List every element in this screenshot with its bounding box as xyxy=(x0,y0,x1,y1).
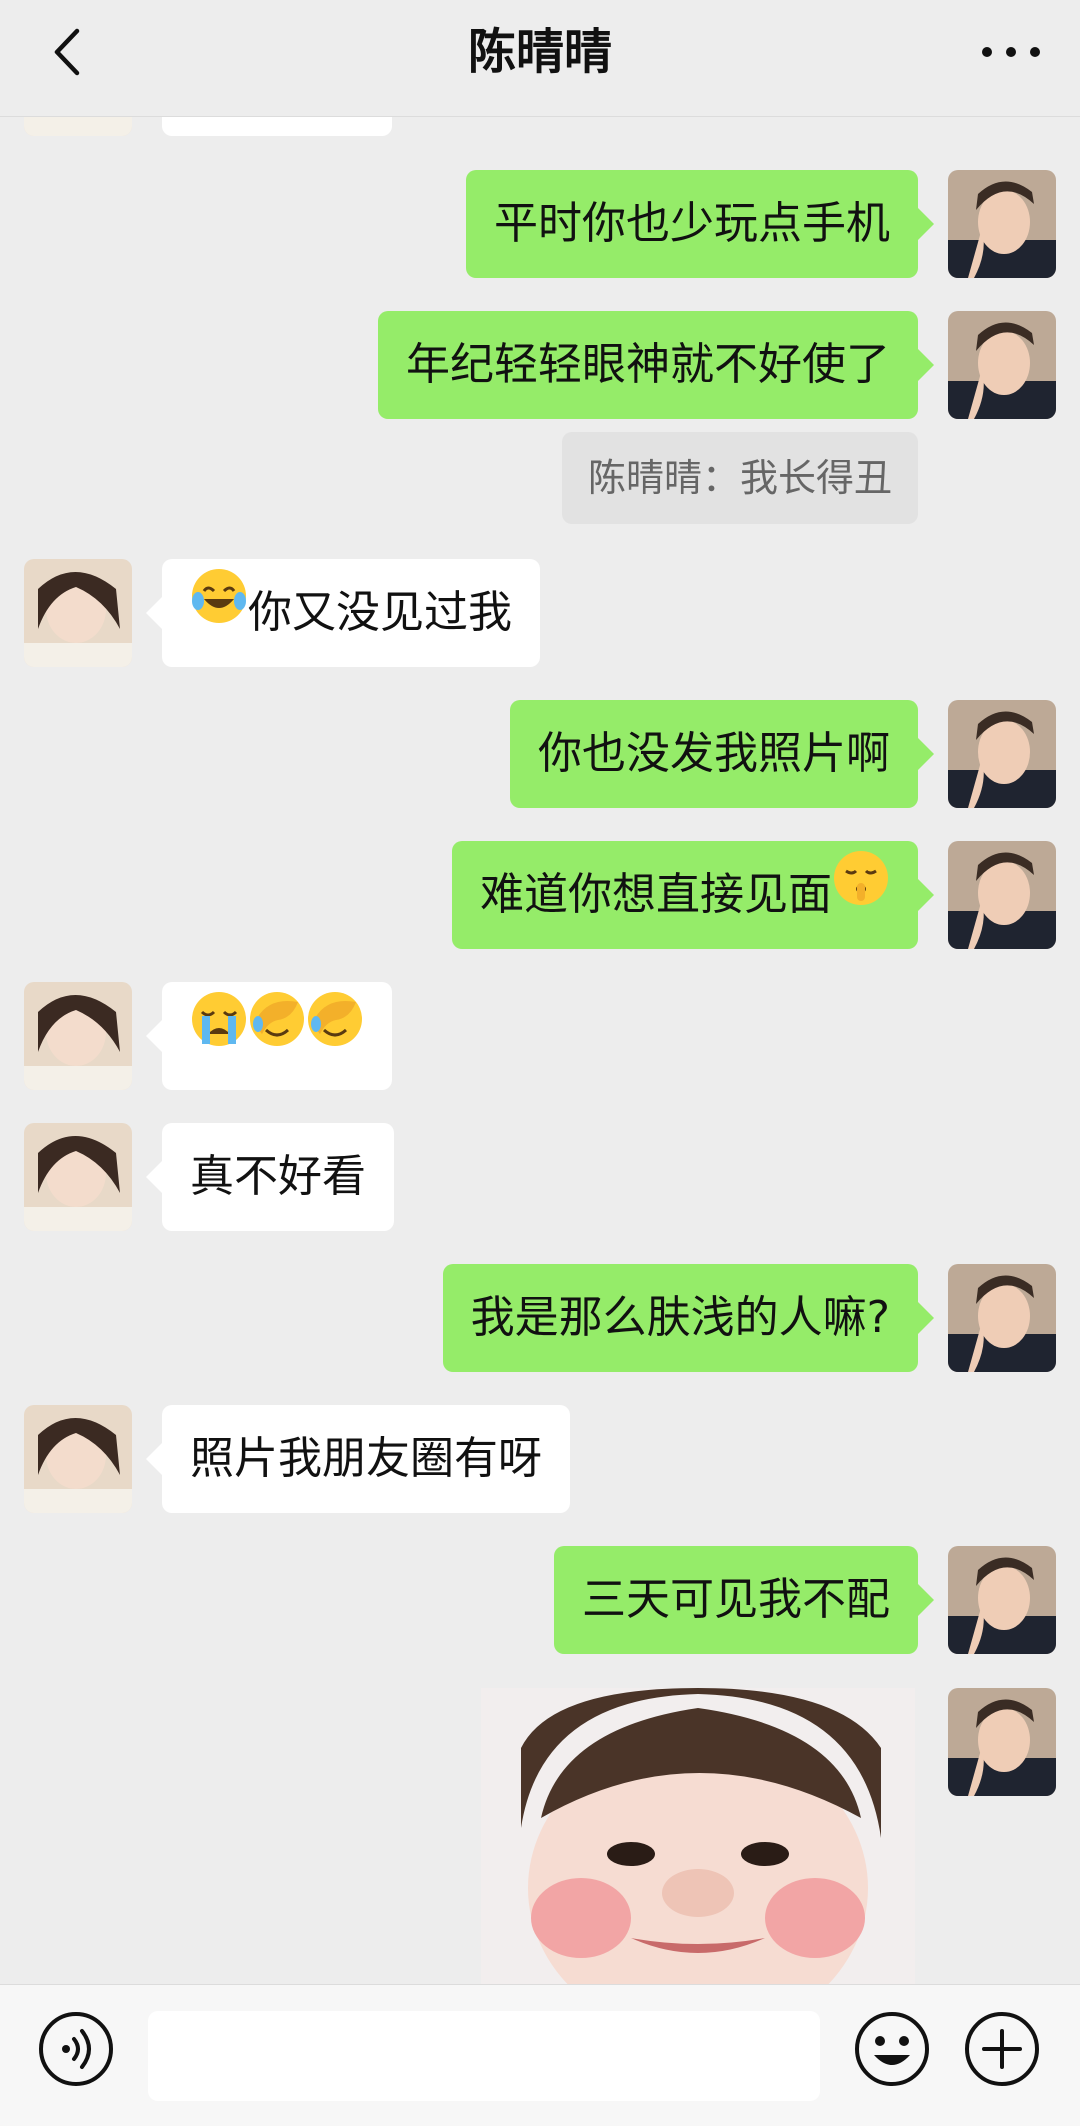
page-title: 陈晴晴 xyxy=(467,24,612,80)
top-bar: 陈晴晴 xyxy=(0,0,1080,117)
more-dots-icon[interactable] xyxy=(976,24,1046,80)
message-bubble-incoming[interactable]: 照片我朋友圈有呀 xyxy=(146,1405,570,1513)
voice-icon[interactable] xyxy=(36,2009,116,2089)
message-bubble-incoming[interactable]: 真不好看 xyxy=(146,1123,394,1231)
avatar-self[interactable] xyxy=(948,311,1056,419)
quoted-text: 陈晴晴：我长得丑 xyxy=(587,456,892,500)
face-palm-emoji xyxy=(306,980,364,1088)
chat-area[interactable]: 平时你也少玩点手机 年纪轻轻眼神就不好使了 陈晴晴：我长得丑 你又没见过我 你也… xyxy=(0,0,1080,1984)
avatar-contact[interactable] xyxy=(24,1405,132,1513)
message-text: 真不好看 xyxy=(190,1151,366,1202)
message-text: 三天可见我不配 xyxy=(582,1574,890,1625)
message-text: 你也没发我照片啊 xyxy=(538,728,890,779)
message-text: 年纪轻轻眼神就不好使了 xyxy=(406,339,890,390)
message-bubble-incoming[interactable]: 你又没见过我 xyxy=(146,557,540,667)
message-text: 照片我朋友圈有呀 xyxy=(190,1433,542,1484)
avatar-self[interactable] xyxy=(948,700,1056,808)
message-bubble-outgoing[interactable]: 你也没发我照片啊 xyxy=(510,700,934,808)
loudly-crying-emoji xyxy=(190,980,248,1088)
shushing-face-emoji xyxy=(832,839,890,947)
message-input[interactable] xyxy=(148,2011,820,2101)
message-text: 平时你也少玩点手机 xyxy=(494,198,890,249)
crying-child-face-sticker[interactable] xyxy=(481,1688,915,1984)
emoji-icon[interactable] xyxy=(852,2009,932,2089)
message-bubble-incoming[interactable] xyxy=(146,980,392,1090)
plus-icon[interactable] xyxy=(962,2009,1042,2089)
avatar-self[interactable] xyxy=(948,841,1056,949)
avatar-self[interactable] xyxy=(948,1546,1056,1654)
message-bubble-outgoing[interactable]: 难道你想直接见面 xyxy=(452,839,934,949)
message-text: 你又没见过我 xyxy=(248,587,512,638)
avatar-contact[interactable] xyxy=(24,559,132,667)
composer-bar xyxy=(0,1984,1080,2126)
face-palm-emoji xyxy=(248,980,306,1088)
avatar-self[interactable] xyxy=(948,1264,1056,1372)
avatar-contact[interactable] xyxy=(24,982,132,1090)
avatar-contact[interactable] xyxy=(24,1123,132,1231)
message-bubble-outgoing[interactable]: 平时你也少玩点手机 xyxy=(466,170,934,278)
message-bubble-outgoing[interactable]: 我是那么肤浅的人嘛? xyxy=(442,1264,935,1372)
avatar-self[interactable] xyxy=(948,170,1056,278)
quoted-message[interactable]: 陈晴晴：我长得丑 xyxy=(561,432,918,524)
message-text: 难道你想直接见面 xyxy=(480,869,832,920)
avatar-self[interactable] xyxy=(948,1688,1056,1796)
message-text: 我是那么肤浅的人嘛? xyxy=(470,1292,890,1343)
message-bubble-outgoing[interactable]: 三天可见我不配 xyxy=(554,1546,934,1654)
tears-of-joy-emoji xyxy=(190,557,248,665)
message-bubble-outgoing[interactable]: 年纪轻轻眼神就不好使了 xyxy=(378,311,934,419)
